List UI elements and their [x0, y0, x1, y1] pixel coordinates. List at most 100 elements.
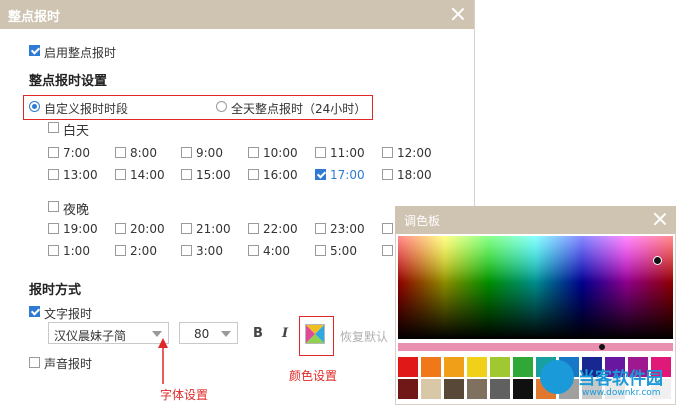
day-time-checkbox[interactable] [181, 147, 192, 158]
night-checkbox[interactable] [48, 201, 59, 212]
night-time-checkbox[interactable] [315, 245, 326, 256]
day-time-label: 12:00 [397, 146, 432, 160]
night-time-checkbox[interactable] [115, 223, 126, 234]
all-day-radio[interactable] [216, 101, 227, 112]
voice-mode-checkbox[interactable] [29, 357, 40, 368]
palette-title: 调色板 [404, 214, 441, 228]
watermark-logo-icon [540, 360, 574, 394]
restore-default-button[interactable]: 恢复默认 [340, 328, 388, 345]
night-time-label: 2:00 [130, 244, 157, 258]
night-time-label: 22:00 [263, 222, 298, 236]
close-icon[interactable] [451, 7, 465, 21]
night-time-checkbox[interactable] [115, 245, 126, 256]
window-title: 整点报时 [8, 10, 61, 25]
color-spectrum-highlight [398, 236, 673, 339]
day-time-label: 14:00 [130, 168, 165, 182]
color-swatch[interactable] [513, 357, 533, 377]
method-heading: 报时方式 [29, 283, 82, 298]
palette-close-icon[interactable] [653, 212, 667, 226]
day-time-label: 11:00 [330, 146, 365, 160]
night-time-checkbox[interactable] [48, 223, 59, 234]
voice-mode-label: 声音报时 [44, 357, 93, 371]
color-swatch[interactable] [398, 357, 418, 377]
day-time-label: 7:00 [63, 146, 90, 160]
day-time-label: 18:00 [397, 168, 432, 182]
night-time-label: 3:00 [196, 244, 223, 258]
day-time-checkbox[interactable] [115, 169, 126, 180]
italic-button[interactable]: I [282, 326, 288, 341]
text-mode-checkbox[interactable] [29, 306, 40, 317]
night-time-label: 5:00 [330, 244, 357, 258]
night-time-label: 19:00 [63, 222, 98, 236]
color-swatch[interactable] [444, 357, 464, 377]
day-time-checkbox[interactable] [248, 147, 259, 158]
font-select-value: 汉仪晨妹子简 [54, 329, 127, 343]
night-time-checkbox[interactable] [181, 223, 192, 234]
night-time-checkbox[interactable] [248, 245, 259, 256]
night-time-checkbox[interactable] [382, 245, 393, 256]
color-swatch[interactable] [398, 379, 418, 399]
watermark-text: 当客软件园 [578, 369, 663, 389]
font-select[interactable]: 汉仪晨妹子简 [48, 322, 169, 344]
day-time-checkbox[interactable] [382, 169, 393, 180]
color-swatch-icon [306, 325, 324, 343]
brightness-slider[interactable] [398, 343, 673, 351]
night-time-checkbox[interactable] [248, 223, 259, 234]
day-time-label: 17:00 [330, 168, 365, 182]
night-time-label: 21:00 [196, 222, 231, 236]
bold-button[interactable]: B [253, 326, 263, 341]
watermark-url: www.downkr.com [582, 388, 661, 398]
settings-titlebar [0, 0, 474, 29]
day-time-label: 9:00 [196, 146, 223, 160]
all-day-label: 全天整点报时（24小时） [231, 102, 367, 116]
night-time-label: 4:00 [263, 244, 290, 258]
color-swatch[interactable] [490, 379, 510, 399]
night-time-label: 1:00 [63, 244, 90, 258]
custom-period-radio[interactable] [29, 101, 40, 112]
enable-label: 启用整点报时 [44, 46, 117, 60]
enable-checkbox[interactable] [29, 45, 40, 56]
night-time-label: 23:00 [330, 222, 365, 236]
color-swatch[interactable] [467, 379, 487, 399]
slider-handle[interactable] [599, 344, 605, 350]
custom-period-label: 自定义报时时段 [44, 102, 129, 116]
day-time-label: 15:00 [196, 168, 231, 182]
chevron-down-icon [221, 331, 231, 337]
day-time-label: 16:00 [263, 168, 298, 182]
color-swatch[interactable] [467, 357, 487, 377]
night-time-checkbox[interactable] [315, 223, 326, 234]
day-time-label: 10:00 [263, 146, 298, 160]
color-picker-button[interactable] [305, 324, 325, 344]
color-swatch[interactable] [421, 379, 441, 399]
color-swatch[interactable] [444, 379, 464, 399]
day-checkbox[interactable] [48, 122, 59, 133]
day-time-checkbox[interactable] [382, 147, 393, 158]
color-setting-annotation: 颜色设置 [289, 369, 338, 383]
day-time-checkbox[interactable] [48, 169, 59, 180]
night-label: 夜晚 [63, 203, 90, 218]
day-time-checkbox[interactable] [48, 147, 59, 158]
color-swatch[interactable] [513, 379, 533, 399]
color-swatch[interactable] [421, 357, 441, 377]
night-time-checkbox[interactable] [382, 223, 393, 234]
annotation-arrow-icon [158, 338, 168, 384]
night-time-label: 20:00 [130, 222, 165, 236]
chevron-down-icon [152, 331, 162, 337]
day-time-checkbox[interactable] [115, 147, 126, 158]
font-setting-annotation: 字体设置 [160, 388, 209, 402]
settings-heading: 整点报时设置 [29, 74, 108, 89]
day-time-label: 13:00 [63, 168, 98, 182]
day-time-checkbox[interactable] [248, 169, 259, 180]
day-time-checkbox[interactable] [315, 169, 326, 180]
day-time-checkbox[interactable] [315, 147, 326, 158]
spectrum-cursor[interactable] [653, 256, 662, 265]
size-select-value: 80 [194, 327, 210, 341]
day-label: 白天 [63, 124, 90, 139]
night-time-checkbox[interactable] [181, 245, 192, 256]
color-swatch[interactable] [490, 357, 510, 377]
text-mode-label: 文字报时 [44, 307, 93, 321]
day-time-label: 8:00 [130, 146, 157, 160]
day-time-checkbox[interactable] [181, 169, 192, 180]
size-select[interactable]: 80 [179, 322, 238, 344]
night-time-checkbox[interactable] [48, 245, 59, 256]
